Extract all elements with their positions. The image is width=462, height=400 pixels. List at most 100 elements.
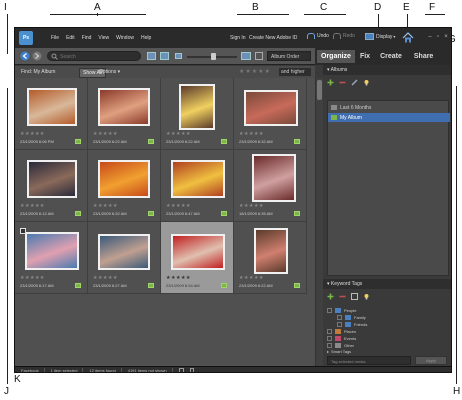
rating-filter-stars[interactable]: ★★★★★ xyxy=(239,68,271,75)
large-thumbnail-icon[interactable] xyxy=(241,52,251,60)
minimize-button[interactable]: – xyxy=(427,34,433,40)
star-rating[interactable]: ★★★★★ xyxy=(20,203,45,209)
rotate-right-icon[interactable] xyxy=(160,52,169,60)
lightbulb-icon[interactable] xyxy=(363,293,370,300)
smart-tags-section[interactable]: ▸ Smart Tags xyxy=(327,348,351,355)
options-menu[interactable]: Options ▾ xyxy=(99,69,120,75)
forward-arrow-icon[interactable] xyxy=(32,51,42,61)
keyword-tags-title: Keyword Tags xyxy=(330,281,363,287)
media-scrollbar[interactable] xyxy=(315,78,323,366)
album-item-my-album[interactable]: My Album xyxy=(328,113,450,122)
tag-checkbox[interactable] xyxy=(337,322,342,327)
back-arrow-icon[interactable] xyxy=(20,51,30,61)
search-field[interactable] xyxy=(47,51,141,61)
panel-toggle-icon[interactable] xyxy=(178,368,184,372)
tag-icon xyxy=(345,315,351,320)
rotate-left-icon[interactable] xyxy=(147,52,156,60)
star-rating[interactable]: ★★★★★ xyxy=(20,275,45,281)
menu-window[interactable]: Window xyxy=(116,35,134,41)
thumbnail-size-slider-knob[interactable] xyxy=(211,53,216,60)
full-screen-icon[interactable] xyxy=(255,52,263,60)
new-tag-icon[interactable] xyxy=(327,293,334,300)
menu-find[interactable]: Find xyxy=(82,35,92,41)
menu-edit[interactable]: Edit xyxy=(66,35,75,41)
edit-album-icon[interactable] xyxy=(351,79,358,86)
tag-family[interactable]: Family xyxy=(327,314,449,321)
tab-organize[interactable]: Organize xyxy=(317,50,355,63)
recycle-icon[interactable] xyxy=(189,368,194,372)
star-rating[interactable]: ★★★★★ xyxy=(239,131,264,137)
media-thumbnail-selected[interactable]: ★★★★★ 23/1/2009 6:34 AM xyxy=(161,222,234,294)
media-thumbnail[interactable]: ★★★★★ 23/1/2009 6:12 AM xyxy=(15,150,88,222)
delete-tag-icon[interactable] xyxy=(339,293,346,300)
keyword-tags-list: People Family Friends Places Events xyxy=(327,307,449,345)
new-album-icon[interactable] xyxy=(327,79,334,86)
star-rating[interactable]: ★★★★★ xyxy=(239,203,264,209)
media-thumbnail[interactable]: ★★★★★ 23/1/2009 6:32 AM xyxy=(234,78,307,150)
facebook-status[interactable]: Facebook xyxy=(21,368,39,372)
delete-album-icon[interactable] xyxy=(339,79,346,86)
close-button[interactable]: × xyxy=(443,34,449,40)
media-thumbnail[interactable]: ★★★★★ 23/1/2009 6:22 AM xyxy=(161,78,234,150)
photo-date: 23/1/2009 6:22 AM xyxy=(239,283,273,288)
keyword-tags-header[interactable]: ▾ Keyword Tags xyxy=(323,279,451,289)
tag-options-icon[interactable] xyxy=(351,293,358,300)
display-button[interactable]: Display ▾ xyxy=(365,33,395,40)
menu-view[interactable]: View xyxy=(98,35,109,41)
tag-category-places[interactable]: Places xyxy=(327,328,449,335)
photo-image xyxy=(179,84,215,130)
album-item-last-6-months[interactable]: Last 6 Months xyxy=(328,103,450,112)
tag-icon xyxy=(148,139,154,144)
create-adobe-id-link[interactable]: Create New Adobe ID xyxy=(249,35,297,41)
star-rating[interactable]: ★★★★★ xyxy=(93,275,118,281)
tag-friends[interactable]: Friends xyxy=(327,321,449,328)
menu-help[interactable]: Help xyxy=(141,35,151,41)
tag-category-events[interactable]: Events xyxy=(327,335,449,342)
media-thumbnail[interactable]: ★★★★★ 18/1/2009 6:35 AM xyxy=(234,150,307,222)
rating-filter-dropdown[interactable]: and higher xyxy=(279,68,311,76)
redo-icon xyxy=(333,33,341,39)
tag-category-people[interactable]: People xyxy=(327,307,449,314)
small-thumbnail-icon[interactable] xyxy=(175,53,182,59)
media-thumbnail[interactable]: ★★★★★ 23/1/2009 6:17 AM xyxy=(15,222,88,294)
undo-button[interactable]: Undo xyxy=(307,33,329,39)
tab-create[interactable]: Create xyxy=(380,53,402,60)
tag-icon xyxy=(148,211,154,216)
tag-checkbox[interactable] xyxy=(327,329,332,334)
tag-checkbox[interactable] xyxy=(337,315,342,320)
stack-icon[interactable] xyxy=(20,228,26,234)
media-thumbnail[interactable]: ★★★★★ 23/1/2009 6:22 AM xyxy=(234,222,307,294)
maximize-button[interactable]: ▫ xyxy=(435,34,441,40)
tag-selected-media-input[interactable]: Tag selected media xyxy=(327,356,411,365)
media-thumbnail[interactable]: ★★★★★ 23/1/2009 6:06 PM xyxy=(15,78,88,150)
media-thumbnail[interactable]: ★★★★★ 23/1/2009 6:32 AM xyxy=(88,150,161,222)
albums-header[interactable]: ▾ Albums xyxy=(323,65,451,75)
star-rating[interactable]: ★★★★★ xyxy=(166,275,191,281)
star-rating[interactable]: ★★★★★ xyxy=(166,203,191,209)
search-input[interactable] xyxy=(60,53,136,60)
star-rating[interactable]: ★★★★★ xyxy=(166,131,191,137)
lightbulb-icon[interactable] xyxy=(363,79,370,86)
tab-share[interactable]: Share xyxy=(414,53,433,60)
scrollbar-thumb[interactable] xyxy=(317,80,322,100)
star-rating[interactable]: ★★★★★ xyxy=(239,275,264,281)
not-shown-count: 4191 items not shown xyxy=(127,368,167,373)
star-rating[interactable]: ★★★★★ xyxy=(20,131,45,137)
star-rating[interactable]: ★★★★★ xyxy=(93,131,118,137)
media-thumbnail[interactable]: ★★★★★ 23/1/2009 6:47 AM xyxy=(161,150,234,222)
menu-file[interactable]: File xyxy=(51,35,59,41)
album-icon xyxy=(331,115,337,120)
media-thumbnail[interactable]: ★★★★★ 23/1/2009 6:27 AM xyxy=(88,222,161,294)
redo-button[interactable]: Redo xyxy=(333,33,355,39)
tag-checkbox[interactable] xyxy=(327,308,332,313)
star-rating[interactable]: ★★★★★ xyxy=(93,203,118,209)
callout-a-leader xyxy=(97,13,98,16)
home-icon[interactable] xyxy=(402,32,414,43)
apply-button[interactable]: Apply xyxy=(415,356,447,365)
photo-image xyxy=(27,160,77,198)
sign-in-link[interactable]: Sign In xyxy=(230,35,246,41)
tag-checkbox[interactable] xyxy=(327,336,332,341)
media-thumbnail[interactable]: ★★★★★ 23/1/2009 6:22 AM xyxy=(88,78,161,150)
sort-order-dropdown[interactable]: Album Order xyxy=(267,51,311,61)
tab-fix[interactable]: Fix xyxy=(360,53,370,60)
